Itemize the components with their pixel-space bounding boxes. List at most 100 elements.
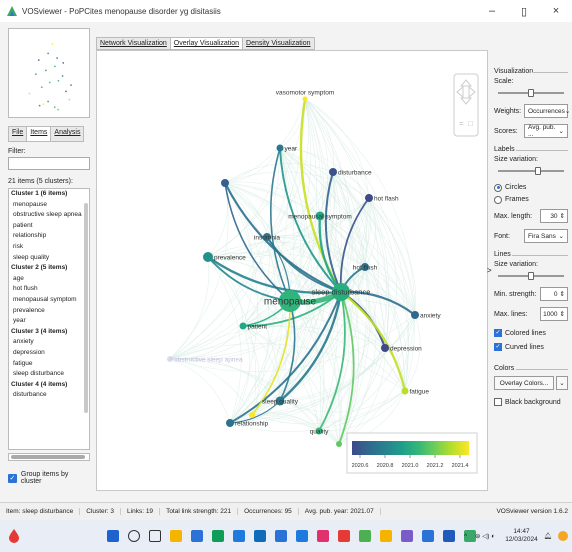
node[interactable]	[401, 387, 409, 395]
app-icon-1[interactable]	[190, 530, 203, 542]
node[interactable]	[226, 419, 234, 427]
node-label[interactable]: disturbance	[338, 169, 372, 176]
clock[interactable]: 14:47 12/03/2024	[505, 528, 538, 544]
store-icon[interactable]	[295, 530, 308, 542]
list-item[interactable]: menopausal symptom	[9, 295, 89, 306]
zoom-in-icon[interactable]: □	[468, 119, 473, 128]
line-size-slider-knob[interactable]	[528, 272, 534, 280]
max-lines-spinner[interactable]: 1000 ⇕	[540, 307, 568, 321]
app-icon-2[interactable]	[211, 530, 224, 542]
node-label[interactable]: prevalence	[214, 254, 246, 261]
label-size-slider-knob[interactable]	[534, 167, 541, 175]
item-list-scrollbar[interactable]	[84, 203, 88, 413]
tab-network-visualization[interactable]: Network Visualization	[96, 37, 171, 50]
node[interactable]	[381, 344, 389, 352]
list-item[interactable]: anxiety	[9, 337, 89, 348]
filter-input[interactable]	[8, 157, 90, 170]
file-explorer-icon[interactable]	[169, 530, 182, 542]
group-by-cluster-checkbox[interactable]: ✓ Group items by cluster	[8, 471, 90, 485]
network-volume-battery-icons[interactable]: ⊜ ◁) ◐	[475, 532, 495, 540]
list-item[interactable]: sleep disturbance	[9, 369, 89, 380]
list-item[interactable]: year	[9, 316, 89, 327]
copilot-icon[interactable]	[558, 531, 568, 541]
list-item[interactable]: hot flush	[9, 284, 89, 295]
word-icon[interactable]	[442, 530, 455, 542]
node[interactable]	[221, 179, 229, 187]
scale-slider-knob[interactable]	[528, 89, 534, 97]
node-label[interactable]: obstructive sleep apnea	[174, 356, 243, 363]
node-label[interactable]: patient	[248, 323, 268, 330]
app-icon-6[interactable]	[421, 530, 434, 542]
node[interactable]	[302, 96, 308, 102]
node-label[interactable]: hot flush	[353, 264, 378, 271]
node-label[interactable]: insomnia	[254, 234, 280, 241]
node[interactable]	[249, 412, 255, 418]
node-label[interactable]: relationship	[235, 420, 269, 427]
node[interactable]	[203, 252, 213, 262]
node[interactable]	[411, 311, 419, 319]
horizontal-scrollbar[interactable]	[8, 453, 90, 461]
overlay-colors-button[interactable]: Overlay Colors...	[494, 376, 554, 390]
folder-icon[interactable]	[379, 530, 392, 542]
list-item[interactable]: risk	[9, 242, 89, 253]
node-label[interactable]: vasomotor symptom	[276, 90, 335, 97]
edge-icon[interactable]	[232, 530, 245, 542]
start-icon[interactable]	[106, 530, 119, 542]
panel-collapse-arrow-icon[interactable]: >	[487, 266, 492, 275]
app-icon-5[interactable]	[400, 530, 413, 542]
overview-map[interactable]	[8, 28, 90, 118]
node-label[interactable]: menopause	[264, 297, 317, 308]
list-item[interactable]: relationship	[9, 231, 89, 242]
node-label[interactable]: sleep disturbance	[312, 288, 371, 297]
scores-select[interactable]: Avg. pub. ... ⌄	[524, 124, 568, 138]
app-icon-4[interactable]	[337, 530, 350, 542]
search-icon[interactable]	[127, 530, 140, 542]
tab-overlay-visualization[interactable]: Overlay Visualization	[169, 37, 244, 50]
black-background-checkbox[interactable]: Black background	[494, 396, 568, 408]
tab-items[interactable]: Items	[26, 126, 52, 142]
node[interactable]	[336, 441, 342, 447]
zoom-out-icon[interactable]: =	[459, 119, 464, 128]
list-item[interactable]: disturbance	[9, 390, 89, 401]
mail-icon[interactable]	[274, 530, 287, 542]
node-label[interactable]: anxiety	[420, 312, 441, 319]
node-label[interactable]: quality	[310, 428, 330, 435]
tab-file[interactable]: File	[8, 126, 28, 142]
cluster-header[interactable]: Cluster 1 (6 items)	[9, 189, 89, 200]
list-item[interactable]: age	[9, 274, 89, 285]
chrome-icon[interactable]	[358, 530, 371, 542]
tray-overflow-icon[interactable]: ^	[464, 533, 467, 540]
weather-icon[interactable]	[4, 526, 24, 546]
curved-lines-checkbox[interactable]: ✓ Curved lines	[494, 341, 568, 353]
list-item[interactable]: prevalence	[9, 306, 89, 317]
notification-bell-icon[interactable]: 🔔︎	[544, 532, 552, 540]
font-select[interactable]: Fira Sans ⌄	[524, 229, 568, 243]
node[interactable]	[329, 168, 337, 176]
map-canvas[interactable]: vasomotor symptom year disturbance hot flas…	[96, 50, 488, 491]
node-label[interactable]: depression	[390, 345, 422, 352]
maximize-button[interactable]: ▯	[508, 0, 540, 22]
horizontal-scrollbar-thumb[interactable]	[11, 455, 85, 459]
node-label[interactable]: year	[285, 145, 298, 152]
node[interactable]	[365, 194, 373, 202]
cluster-header[interactable]: Cluster 2 (5 items)	[9, 263, 89, 274]
max-length-spinner[interactable]: 30 ⇕	[540, 209, 568, 223]
list-item[interactable]: patient	[9, 221, 89, 232]
tab-density-visualization[interactable]: Density Visualization	[242, 37, 315, 50]
list-item[interactable]: fatigue	[9, 359, 89, 370]
min-strength-spinner[interactable]: 0 ⇕	[540, 287, 568, 301]
node-label[interactable]: sleep quality	[262, 398, 299, 405]
list-item[interactable]: obstructive sleep apnea	[9, 210, 89, 221]
close-button[interactable]: ×	[540, 0, 572, 22]
scale-slider[interactable]	[498, 88, 564, 98]
node[interactable]	[167, 356, 173, 362]
node-label[interactable]: menopausal symptom	[288, 213, 352, 220]
line-size-slider[interactable]	[498, 271, 564, 281]
node[interactable]	[239, 322, 247, 330]
cluster-header[interactable]: Cluster 3 (4 items)	[9, 327, 89, 338]
task-view-icon[interactable]	[148, 530, 161, 542]
list-item[interactable]: sleep quality	[9, 253, 89, 264]
node-label[interactable]: fatigue	[410, 388, 430, 395]
label-size-slider[interactable]	[498, 166, 564, 176]
list-item[interactable]: depression	[9, 348, 89, 359]
